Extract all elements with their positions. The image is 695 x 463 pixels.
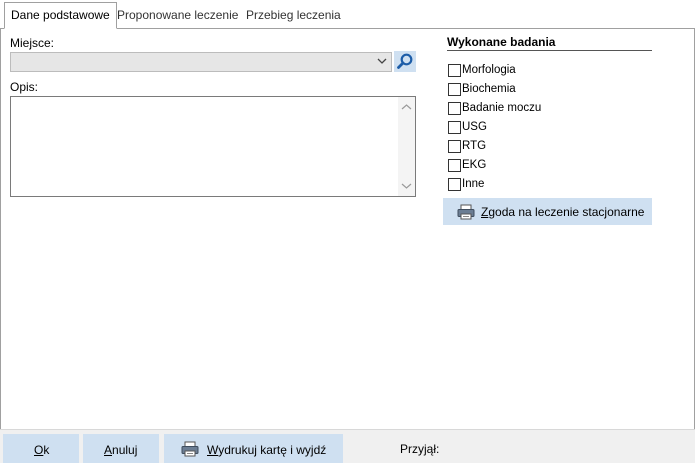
scroll-up-icon[interactable] xyxy=(401,103,412,111)
consent-button[interactable]: Zgoda na leczenie stacjonarne xyxy=(443,198,652,225)
scroll-down-icon[interactable] xyxy=(401,182,412,190)
checkbox[interactable] xyxy=(448,64,461,77)
description-scrollbar[interactable] xyxy=(398,97,415,196)
checkbox[interactable] xyxy=(448,121,461,134)
check-label: EKG xyxy=(462,159,487,171)
checkbox[interactable] xyxy=(448,102,461,115)
check-label: Biochemia xyxy=(462,83,516,95)
ok-button[interactable]: Ok xyxy=(3,434,79,463)
printer-icon xyxy=(457,204,475,220)
tests-divider xyxy=(447,50,652,51)
search-button[interactable] xyxy=(394,51,416,72)
checkbox[interactable] xyxy=(448,178,461,191)
tab-proponowane-leczenie[interactable]: Proponowane leczenie xyxy=(111,6,244,29)
consent-button-label: Zgoda na leczenie stacjonarne xyxy=(481,205,645,219)
print-button-label: Wydrukuj kartę i wyjdź xyxy=(207,443,327,457)
description-textarea[interactable] xyxy=(10,96,416,197)
check-label: USG xyxy=(462,121,487,133)
description-label: Opis: xyxy=(10,80,39,94)
ok-button-label: Ok xyxy=(34,443,50,457)
place-label: Miejsce: xyxy=(10,36,55,50)
magnifier-icon xyxy=(397,53,413,69)
cancel-button[interactable]: Anuluj xyxy=(83,434,159,463)
cancel-button-label: Anuluj xyxy=(104,443,138,457)
check-label: Morfologia xyxy=(462,64,516,76)
footer-bar: Ok Anuluj Wydrukuj kartę i wyjdź Przyjął… xyxy=(0,429,695,463)
tests-title: Wykonane badania xyxy=(447,35,556,49)
tab-dane-podstawowe[interactable]: Dane podstawowe xyxy=(4,2,117,29)
print-and-exit-button[interactable]: Wydrukuj kartę i wyjdź xyxy=(164,434,343,463)
tab-panel xyxy=(0,29,695,429)
checkbox[interactable] xyxy=(448,159,461,172)
checkbox[interactable] xyxy=(448,83,461,96)
chevron-down-icon[interactable] xyxy=(377,56,387,66)
check-label: RTG xyxy=(462,140,487,152)
check-label: Inne xyxy=(462,178,485,190)
tab-bar: Dane podstawowe Proponowane leczenie Prz… xyxy=(0,0,695,29)
place-combobox[interactable] xyxy=(10,52,392,72)
tab-przebieg-leczenia[interactable]: Przebieg leczenia xyxy=(240,6,347,29)
checkbox[interactable] xyxy=(448,140,461,153)
check-label: Badanie moczu xyxy=(462,102,542,114)
printer-icon xyxy=(181,441,199,457)
received-by-label: Przyjął: xyxy=(400,442,440,456)
